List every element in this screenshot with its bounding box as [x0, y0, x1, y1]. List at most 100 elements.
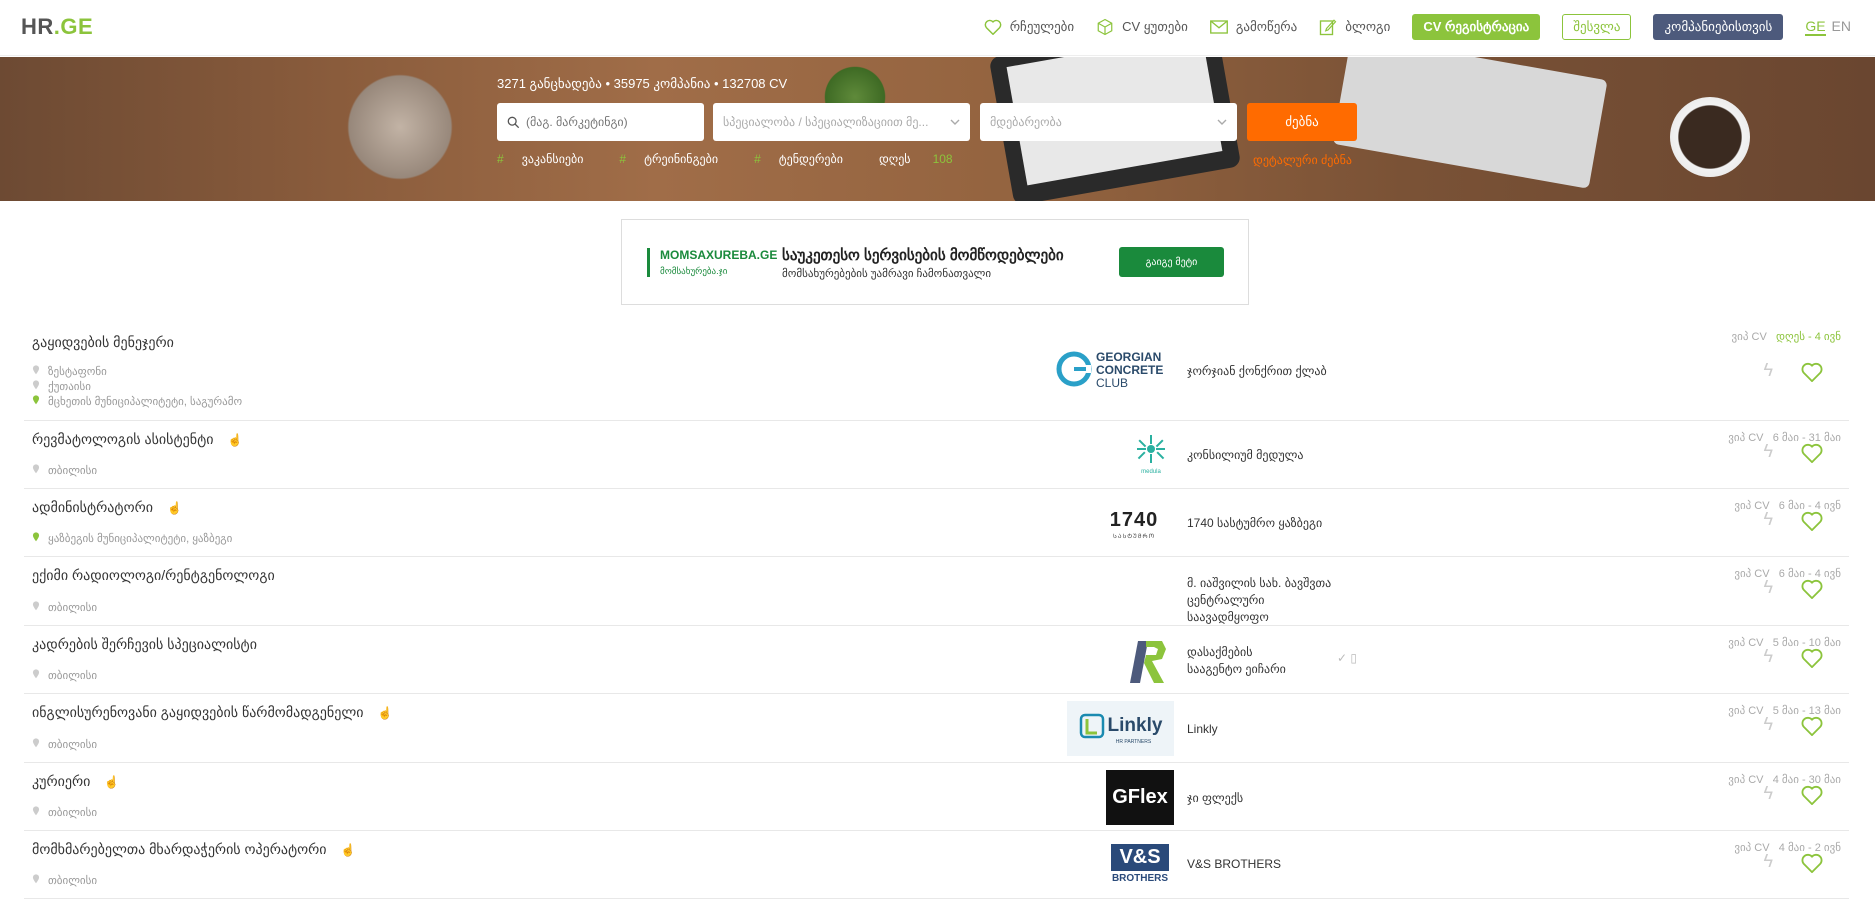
company-logo[interactable]: GEORGIAN CONCRETE CLUB	[1056, 342, 1174, 397]
company-name[interactable]: V&S BROTHERS	[1187, 856, 1281, 873]
keyword-search[interactable]	[497, 103, 704, 141]
nav-favorites-label: რჩეულები	[1009, 19, 1075, 34]
nav-subscribe[interactable]: გამოწერა	[1209, 19, 1297, 35]
site-logo[interactable]: HR.GE	[21, 14, 93, 40]
job-title[interactable]: ექიმი რადიოლოგი/რენტგენოლოგი	[32, 567, 275, 584]
nav-favorites[interactable]: რჩეულები	[984, 19, 1074, 35]
job-row[interactable]: ინგლისურენოვანი გაყიდვების წარმომადგენელ…	[24, 694, 1849, 763]
job-date: ვიპ CV 6 მაი - 4 ივნ	[1734, 568, 1841, 580]
banner-learn-more-button[interactable]: გაიგე მეტი	[1119, 247, 1224, 277]
bolt-icon[interactable]: ϟ	[1763, 783, 1773, 804]
job-title[interactable]: გაყიდვების მენეჯერი	[32, 334, 174, 351]
heart-icon[interactable]	[1801, 511, 1823, 536]
job-row[interactable]: ექიმი რადიოლოგი/რენტგენოლოგი თბილისი მ. …	[24, 557, 1849, 626]
company-name[interactable]: Linkly	[1187, 721, 1218, 738]
hashtag-links: # ვაკანსიები # ტრეინინგები # ტენდერები დღეს…	[497, 152, 989, 166]
company-name[interactable]: 1740 სასტუმრო ყაზბეგი	[1187, 515, 1322, 532]
hero-cup-decor	[1670, 97, 1750, 177]
company-name[interactable]: ჯორჯიან ქონქრით ქლაბ	[1187, 363, 1327, 380]
heart-icon[interactable]	[1801, 648, 1823, 673]
bolt-icon[interactable]: ϟ	[1763, 360, 1773, 381]
job-location: თბილისი	[32, 806, 97, 819]
hero-keyboard-decor	[1332, 57, 1608, 189]
company-logo[interactable]: GFlex	[1106, 770, 1174, 825]
bolt-icon[interactable]: ϟ	[1763, 714, 1773, 735]
pin-icon	[32, 669, 40, 682]
job-date: ვიპ CV 4 მაი - 30 მაი	[1728, 774, 1841, 786]
nav-blog[interactable]: ბლოგი	[1319, 18, 1390, 36]
job-row[interactable]: კურიერი ☝ თბილისი GFlex ჯი ფლექს ვიპ CV 4…	[24, 763, 1849, 831]
job-date: ვიპ CV 5 მაი - 10 მაი	[1728, 637, 1841, 649]
job-location: ყაზბეგის მუნიციპალიტეტი, ყაზბეგი	[32, 532, 232, 545]
heart-icon[interactable]	[1801, 362, 1823, 387]
hand-icon: ☝	[104, 774, 120, 789]
heart-icon[interactable]	[1801, 785, 1823, 810]
bolt-icon[interactable]: ϟ	[1763, 646, 1773, 667]
heart-icon[interactable]	[1801, 443, 1823, 468]
logo-ge: GE	[60, 14, 94, 39]
chevron-down-icon	[950, 119, 960, 125]
lang-en[interactable]: EN	[1832, 18, 1851, 36]
company-name[interactable]: კონსილიუმ მედულა	[1187, 447, 1303, 464]
company-name[interactable]: ჯი ფლექს	[1187, 790, 1243, 807]
job-location: თბილისი	[32, 464, 97, 477]
banner-subtitle: მომსახურებების უამრავი ჩამონათვალი	[782, 268, 992, 280]
box-icon	[1097, 18, 1113, 36]
cv-register-button[interactable]: CV რეგისტრაცია	[1412, 14, 1541, 40]
heart-icon[interactable]	[1801, 579, 1823, 604]
lang-ge[interactable]: GE	[1805, 18, 1826, 36]
hashtag-trainings[interactable]: # ტრეინინგები	[619, 152, 736, 166]
job-list: გაყიდვების მენეჯერი ზესტაფონი ქუთაისი მც…	[24, 320, 1849, 899]
location-select[interactable]: მდებარეობა	[980, 103, 1237, 141]
nav-cv-box[interactable]: CV ყუთები	[1096, 18, 1188, 36]
job-row[interactable]: მომხმარებელთა მხარდაჭერის ოპერატორი ☝ თბი…	[24, 831, 1849, 899]
job-date: ვიპ CV 4 მაი - 2 ივნ	[1734, 842, 1841, 854]
job-row[interactable]: ადმინისტრატორი ☝ ყაზბეგის მუნიციპალიტეტი,…	[24, 489, 1849, 557]
nav-cv-box-label: CV ყუთები	[1122, 19, 1188, 34]
banner-brand: MOMSAXUREBA.GE მომსახურება.ჯი	[647, 248, 777, 277]
company-logo[interactable]	[1119, 633, 1174, 688]
search-button[interactable]: ძებნა	[1247, 103, 1357, 141]
company-logo[interactable]: 1740 ᲡᲐᲡᲢᲣᲛᲠᲝ	[1094, 497, 1174, 552]
bolt-icon[interactable]: ϟ	[1763, 851, 1773, 872]
job-row[interactable]: გაყიდვების მენეჯერი ზესტაფონი ქუთაისი მც…	[24, 320, 1849, 421]
job-row[interactable]: რევმატოლოგის ასისტენტი ☝ თბილისი medula კ…	[24, 421, 1849, 489]
specialty-select[interactable]: სპეციალობა / სპეციალიზაციით მე...	[713, 103, 970, 141]
job-title[interactable]: მომხმარებელთა მხარდაჭერის ოპერატორი ☝	[32, 841, 356, 858]
ad-banner[interactable]: MOMSAXUREBA.GE მომსახურება.ჯი საუკეთესო …	[621, 219, 1249, 305]
job-title[interactable]: ადმინისტრატორი ☝	[32, 499, 182, 516]
pin-icon	[32, 365, 40, 378]
advanced-search-link[interactable]: დეტალური ძებნა	[1253, 153, 1352, 167]
company-name[interactable]: დასაქმების სააგენტო ეიჩარი	[1187, 644, 1307, 678]
job-location: თბილისი	[32, 738, 97, 751]
hand-icon: ☝	[340, 842, 356, 857]
pin-icon	[32, 464, 40, 477]
job-title[interactable]: კურიერი ☝	[32, 773, 119, 790]
hand-icon: ☝	[166, 500, 182, 515]
job-title[interactable]: კადრების შერჩევის სპეციალისტი	[32, 636, 257, 653]
bolt-icon[interactable]: ϟ	[1763, 509, 1773, 530]
job-row[interactable]: კადრების შერჩევის სპეციალისტი თბილისი და…	[24, 626, 1849, 694]
company-logo[interactable]: medula	[1126, 427, 1176, 482]
company-logo[interactable]: Linkly HR PARTNERS	[1067, 701, 1174, 756]
company-name[interactable]: მ. იაშვილის სახ. ბავშვთა ცენტრალური საავ…	[1187, 575, 1347, 626]
chevron-down-icon	[1217, 119, 1227, 125]
main-nav: რჩეულები CV ყუთები გამოწერა ბლოგი CV რეგ…	[962, 12, 1851, 42]
bolt-icon[interactable]: ϟ	[1763, 441, 1773, 462]
hashtag-vacancies[interactable]: # ვაკანსიები	[497, 152, 601, 166]
job-title[interactable]: რევმატოლოგის ასისტენტი ☝	[32, 431, 242, 448]
job-location: ზესტაფონი	[32, 365, 107, 378]
bolt-icon[interactable]: ϟ	[1763, 577, 1773, 598]
pin-icon	[32, 395, 40, 408]
company-logo[interactable]: V&S BROTHERS	[1106, 836, 1174, 891]
job-date: ვიპ CV დღეს - 4 ივნ	[1731, 331, 1841, 343]
svg-text:CLUB: CLUB	[1096, 376, 1128, 390]
for-companies-button[interactable]: კომპანიებისთვის	[1653, 14, 1784, 40]
login-button[interactable]: შესვლა	[1562, 14, 1632, 40]
hashtag-tenders[interactable]: # ტენდერები	[754, 152, 861, 166]
heart-icon[interactable]	[1801, 853, 1823, 878]
today-count-link[interactable]: დღეს 108	[879, 152, 971, 166]
search-input[interactable]	[526, 115, 696, 129]
heart-icon[interactable]	[1801, 716, 1823, 741]
job-title[interactable]: ინგლისურენოვანი გაყიდვების წარმომადგენელ…	[32, 704, 392, 721]
